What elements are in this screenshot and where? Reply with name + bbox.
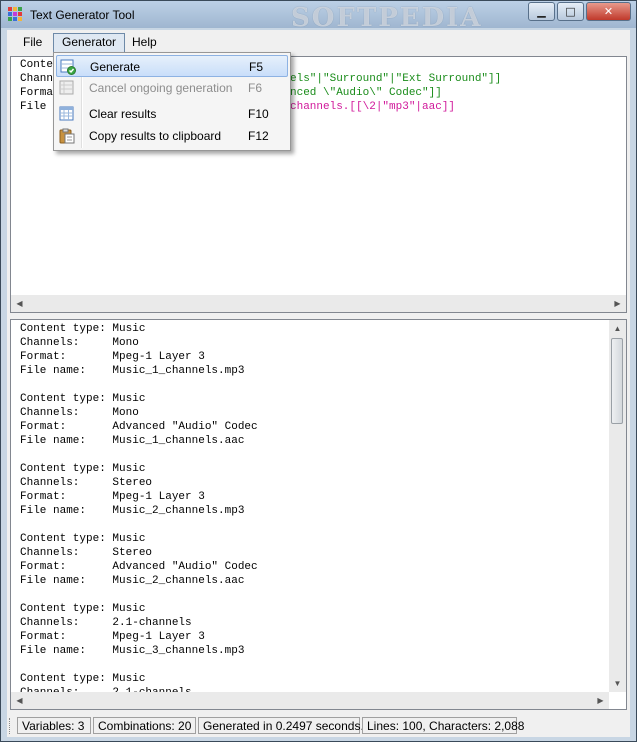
scroll-up-icon[interactable]: ▲ — [609, 320, 626, 337]
results-vertical-scrollbar[interactable]: ▲ ▼ — [609, 320, 626, 692]
menu-item-label: Copy results to clipboard — [89, 129, 222, 143]
status-combinations: Combinations: 20 — [93, 717, 196, 734]
close-button[interactable]: ✕ — [586, 2, 631, 21]
result-line: Channels: Mono — [20, 407, 139, 419]
result-line: Format: Mpeg-1 Layer 3 — [20, 491, 205, 503]
template-line-2: Chann — [20, 73, 54, 85]
app-grid-icon — [8, 7, 23, 22]
result-line: Content type: Music — [20, 603, 146, 615]
status-variables: Variables: 3 — [17, 717, 91, 734]
template-line-1: Conte — [20, 59, 54, 71]
status-grip — [9, 718, 13, 734]
menu-item-clear-results[interactable]: Clear results F10 — [56, 103, 288, 125]
menu-item-label: Clear results — [89, 107, 157, 121]
title-bar[interactable]: Text Generator Tool SOFTPEDIA ▁ □ ✕ — [1, 1, 636, 33]
result-line: Channels: Stereo — [20, 547, 153, 559]
result-line: File name: Music_3_channels.mp3 — [20, 645, 245, 657]
menu-item-shortcut: F5 — [249, 60, 264, 74]
result-line: File name: Music_2_channels.aac — [20, 575, 245, 587]
result-line: Content type: Music — [20, 393, 146, 405]
template-line-3-tail: nced \"Audio\" Codec"]] — [290, 87, 442, 99]
result-line: File name: Music_1_channels.aac — [20, 435, 245, 447]
minimize-button[interactable]: ▁ — [528, 2, 555, 21]
result-line: Format: Mpeg-1 Layer 3 — [20, 631, 205, 643]
menu-item-copy-to-clipboard[interactable]: Copy results to clipboard F12 — [56, 125, 288, 147]
menu-item-shortcut: F12 — [248, 129, 269, 143]
template-line-starts: Conte Chann Forma File — [20, 58, 53, 114]
result-line: Channels: Mono — [20, 337, 139, 349]
scroll-down-icon[interactable]: ▼ — [609, 675, 626, 692]
scroll-right-icon[interactable]: ▶ — [609, 295, 626, 312]
scroll-right-icon[interactable]: ▶ — [592, 692, 609, 709]
menu-bar: File Generator Help — [7, 30, 630, 54]
softpedia-watermark: SOFTPEDIA — [291, 3, 483, 33]
clear-icon — [59, 106, 74, 121]
generator-menu-dropdown: Generate F5 Cancel ongoing generation F6 — [53, 52, 291, 151]
status-bar: Variables: 3 Combinations: 20 Generated … — [7, 714, 630, 737]
result-line: Content type: Music — [20, 533, 146, 545]
template-line-3: Forma — [20, 87, 54, 99]
result-line: Content type: Music — [20, 673, 146, 685]
result-line: File name: Music_1_channels.mp3 — [20, 365, 245, 377]
status-lines-characters: Lines: 100, Characters: 2,088 — [362, 717, 524, 734]
menu-item-cancel-generation[interactable]: Cancel ongoing generation F6 — [56, 77, 288, 99]
scroll-left-icon[interactable]: ◀ — [11, 692, 28, 709]
menu-help[interactable]: Help — [124, 33, 165, 51]
app-window: Text Generator Tool SOFTPEDIA ▁ □ ✕ File… — [0, 0, 637, 742]
result-line: Content type: Music — [20, 323, 146, 335]
result-line: Channels: Stereo — [20, 477, 153, 489]
menu-item-shortcut: F6 — [248, 81, 263, 95]
result-line: Format: Advanced "Audio" Codec — [20, 421, 258, 433]
menu-item-shortcut: F10 — [248, 107, 269, 121]
results-pane[interactable]: Content type: Music Channels: Mono Forma… — [10, 319, 627, 710]
result-line: Content type: Music — [20, 463, 146, 475]
generate-icon — [60, 59, 76, 75]
menu-generator[interactable]: Generator — [53, 33, 126, 53]
cancel-icon — [59, 80, 74, 95]
result-line: Format: Mpeg-1 Layer 3 — [20, 351, 205, 363]
results-scroll-thumb[interactable] — [611, 338, 623, 424]
menu-item-label: Generate — [90, 60, 141, 74]
menu-file[interactable]: File — [15, 33, 50, 51]
result-line: File name: Music_2_channels.mp3 — [20, 505, 245, 517]
menu-item-label: Cancel ongoing generation — [89, 81, 233, 95]
template-horizontal-scrollbar[interactable]: ◀ ▶ — [11, 295, 626, 312]
scroll-left-icon[interactable]: ◀ — [11, 295, 28, 312]
clipboard-icon — [59, 128, 75, 144]
results-text: Content type: Music Channels: Mono Forma… — [20, 322, 258, 700]
menu-item-generate[interactable]: Generate F5 — [56, 55, 288, 77]
maximize-button[interactable]: □ — [557, 2, 584, 21]
template-line-2-tail: els"|"Surround"|"Ext Surround"]] — [290, 73, 502, 85]
template-line-4-tail: channels.[[\2|"mp3"|aac]] — [290, 101, 456, 113]
results-horizontal-scrollbar[interactable]: ◀ ▶ — [11, 692, 609, 709]
result-line: Format: Advanced "Audio" Codec — [20, 561, 258, 573]
status-generation-time: Generated in 0.2497 seconds. — [198, 717, 364, 734]
template-line-4: File — [20, 101, 54, 113]
window-title: Text Generator Tool — [30, 8, 135, 22]
result-line: Channels: 2.1-channels — [20, 617, 192, 629]
